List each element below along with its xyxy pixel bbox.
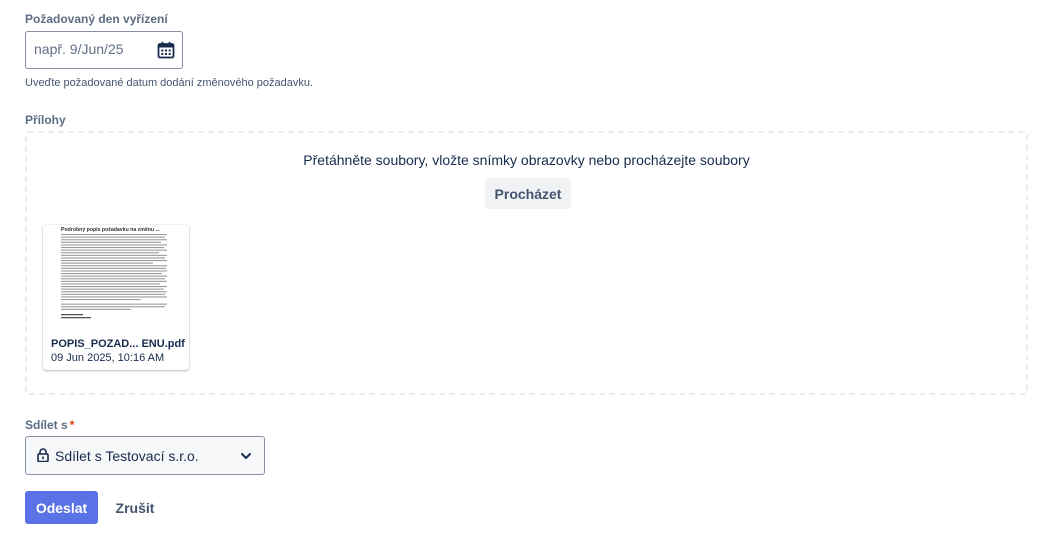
chevron-down-icon: [241, 453, 251, 459]
attachment-file-name: POPIS_POZAD... ENU.pdf: [51, 338, 185, 350]
calendar-icon[interactable]: [157, 41, 175, 59]
required-asterisk: *: [69, 418, 75, 432]
attachments-label: Přílohy: [25, 113, 66, 127]
attachment-date: 09 Jun 2025, 10:16 AM: [51, 352, 165, 364]
thumbnail-heading: Podrobný popis požadavku na změnu ...: [61, 227, 160, 233]
pdf-thumbnail: Podrobný popis požadavku na změnu ...: [43, 225, 189, 333]
lock-icon: [37, 448, 49, 462]
attachment-card[interactable]: Podrobný popis požadavku na změnu ... PO…: [43, 225, 189, 370]
share-with-select[interactable]: Sdílet s Testovací s.r.o.: [25, 436, 265, 475]
due-date-helper-text: Uveďte požadované datum dodání změnového…: [25, 77, 314, 89]
dropzone-instructions: Přetáhněte soubory, vložte snímky obrazo…: [303, 152, 750, 168]
due-date-field[interactable]: [25, 31, 183, 69]
browse-button[interactable]: Procházet: [485, 178, 571, 209]
due-date-input[interactable]: [34, 41, 149, 57]
share-with-label-text: Sdílet s: [25, 418, 68, 432]
request-form: Požadovaný den vyřízení Uveďte požadovan…: [0, 0, 1046, 548]
share-with-label: Sdílet s *: [25, 418, 74, 432]
share-with-value: Sdílet s Testovací s.r.o.: [55, 448, 199, 464]
due-date-label: Požadovaný den vyřízení: [25, 12, 168, 26]
attachments-dropzone[interactable]: Přetáhněte soubory, vložte snímky obrazo…: [25, 131, 1028, 395]
cancel-button[interactable]: Zrušit: [105, 491, 165, 524]
submit-button[interactable]: Odeslat: [25, 491, 98, 524]
